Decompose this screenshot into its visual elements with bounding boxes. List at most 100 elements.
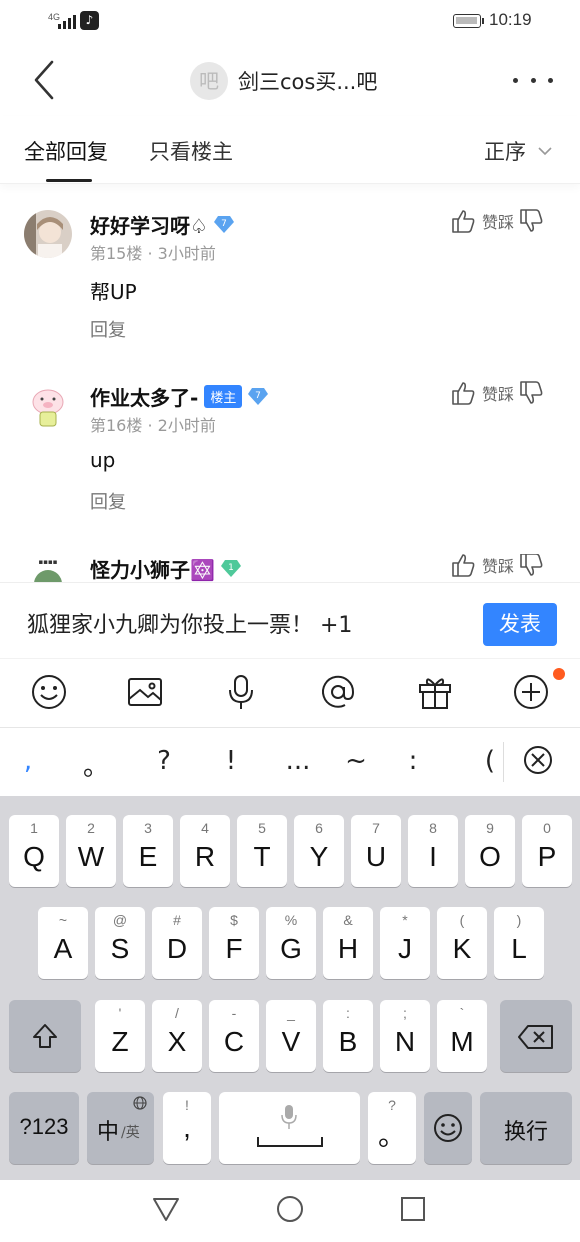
publish-button[interactable]: 发表 — [483, 603, 557, 646]
key-hint: @ — [112, 912, 128, 928]
punct-comma[interactable]: , — [8, 746, 48, 776]
vote-label: 赞踩 — [482, 213, 515, 232]
key-letter: , — [183, 1112, 191, 1143]
reply-button[interactable]: 回复 — [90, 316, 126, 342]
tab-op-only[interactable]: 只看楼主 — [149, 136, 233, 166]
key-letter: Q — [23, 841, 45, 872]
punct-exclaim[interactable]: ! — [211, 746, 251, 776]
key-letter: A — [53, 933, 73, 964]
key-j[interactable]: * J — [380, 907, 430, 979]
key-s[interactable]: @ S — [95, 907, 145, 979]
thumb-up-icon[interactable] — [450, 554, 476, 578]
svg-text:7: 7 — [221, 219, 227, 229]
key-l[interactable]: ) L — [494, 907, 544, 979]
username[interactable]: 作业太多了- — [90, 382, 198, 411]
punct-paren[interactable]: ( — [470, 746, 510, 776]
key-h[interactable]: & H — [323, 907, 373, 979]
reply-input[interactable]: 狐狸家小九卿为你投上一票！ +1 — [27, 607, 352, 639]
thumb-down-icon[interactable] — [518, 554, 544, 578]
recents-square-icon[interactable] — [398, 1194, 428, 1224]
key-hint: 1 — [30, 820, 38, 836]
more-options-button[interactable] — [513, 70, 553, 90]
key-d[interactable]: # D — [152, 907, 202, 979]
username[interactable]: 怪力小狮子🔯 — [90, 554, 215, 582]
clear-icon[interactable] — [522, 744, 554, 776]
key-letter: I — [429, 841, 437, 872]
key-g[interactable]: % G — [266, 907, 316, 979]
punct-ellipsis[interactable]: ... — [278, 746, 318, 776]
period-key[interactable]: ? 。 — [368, 1092, 416, 1164]
post-time: 3小时前 — [157, 244, 216, 263]
key-u[interactable]: 7U — [351, 815, 401, 887]
key-c[interactable]: -C — [209, 1000, 259, 1072]
emoji-icon — [434, 1114, 462, 1142]
key-o[interactable]: 9O — [465, 815, 515, 887]
emoji-icon[interactable] — [30, 673, 68, 711]
key-hint: & — [343, 912, 353, 928]
key-n[interactable]: ; N — [380, 1000, 430, 1072]
sort-dropdown[interactable]: 正序 — [484, 136, 552, 166]
dot-icon — [530, 77, 536, 83]
image-icon[interactable] — [126, 673, 164, 711]
key-a[interactable]: ~ A — [38, 907, 88, 979]
backspace-key[interactable] — [500, 1000, 572, 1072]
key-q[interactable]: 1Q — [9, 815, 59, 887]
plus-icon[interactable] — [512, 673, 550, 711]
punct-tilde[interactable]: ~ — [336, 746, 376, 776]
thumb-up-icon[interactable] — [450, 380, 476, 406]
punct-question[interactable]: ? — [144, 746, 184, 776]
gift-icon[interactable] — [416, 673, 454, 711]
key-v[interactable]: _ V — [266, 1000, 316, 1072]
emoji-key[interactable] — [424, 1092, 472, 1164]
key-r[interactable]: 4R — [180, 815, 230, 887]
home-circle-icon[interactable] — [275, 1194, 305, 1224]
composer-toolbar — [0, 658, 580, 728]
key-t[interactable]: 5T — [237, 815, 287, 887]
thumb-down-icon[interactable] — [518, 380, 544, 406]
key-m[interactable]: ` M — [437, 1000, 487, 1072]
space-key[interactable] — [219, 1092, 360, 1164]
avatar[interactable] — [24, 382, 72, 430]
forum-title-group[interactable]: 吧 剑三cos买...吧 — [190, 61, 377, 101]
key-e[interactable]: 3E — [123, 815, 173, 887]
reply-button[interactable]: 回复 — [90, 488, 126, 514]
comma-key[interactable]: ! , — [163, 1092, 211, 1164]
punct-colon[interactable]: : — [393, 746, 433, 776]
enter-key[interactable]: 换行 — [480, 1092, 572, 1164]
svg-text:1: 1 — [228, 563, 234, 573]
key-b[interactable]: :B — [323, 1000, 373, 1072]
key-hint: * — [402, 912, 408, 928]
microphone-icon[interactable] — [222, 673, 260, 711]
punct-period[interactable]: 。 — [76, 746, 116, 783]
language-switch-key[interactable]: 中 /英 — [87, 1092, 154, 1164]
back-button[interactable] — [22, 58, 66, 102]
key-letter: R — [194, 841, 216, 872]
key-hint: _ — [287, 1005, 295, 1021]
key-letter: T — [253, 841, 271, 872]
post-time: 2小时前 — [157, 416, 216, 435]
avatar[interactable]: ▪▪▪▪ — [24, 554, 72, 582]
key-hint: ? — [388, 1097, 396, 1113]
mention-icon[interactable] — [319, 673, 357, 711]
thumb-down-icon[interactable] — [518, 208, 544, 234]
key-k[interactable]: (K — [437, 907, 487, 979]
numbers-key[interactable]: ?123 — [9, 1092, 79, 1164]
key-i[interactable]: 8I — [408, 815, 458, 887]
vote-group: 赞踩 — [450, 208, 544, 234]
vote-label: 赞踩 — [482, 385, 515, 404]
thumb-up-icon[interactable] — [450, 208, 476, 234]
key-w[interactable]: 2W — [66, 815, 116, 887]
avatar[interactable] — [24, 210, 72, 258]
key-p[interactable]: 0P — [522, 815, 572, 887]
shift-key[interactable] — [9, 1000, 81, 1072]
key-f[interactable]: $ F — [209, 907, 259, 979]
key-letter: F — [225, 933, 243, 964]
key-y[interactable]: 6Y — [294, 815, 344, 887]
username[interactable]: 好好学习呀♤ — [90, 210, 208, 239]
back-triangle-icon[interactable] — [151, 1194, 181, 1224]
key-z[interactable]: ' Z — [95, 1000, 145, 1072]
key-hint: 0 — [543, 820, 551, 836]
key-x[interactable]: / X — [152, 1000, 202, 1072]
tab-all-replies[interactable]: 全部回复 — [24, 136, 108, 166]
svg-text:7: 7 — [255, 391, 261, 401]
